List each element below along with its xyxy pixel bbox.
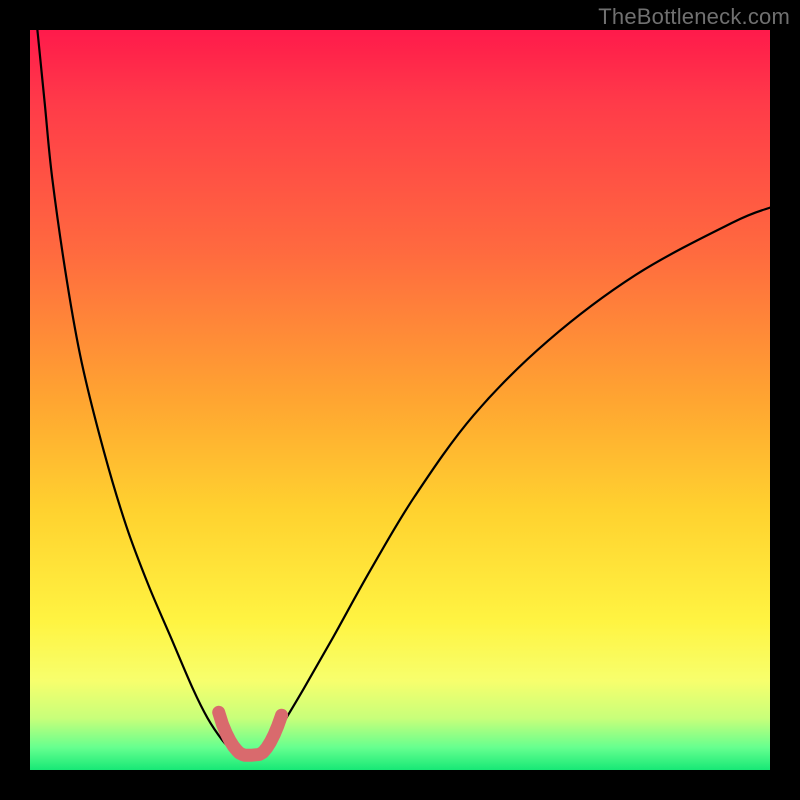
chart-frame: TheBottleneck.com [0, 0, 800, 800]
watermark-text: TheBottleneck.com [598, 4, 790, 30]
curve-layer [30, 30, 770, 770]
valley-highlight [219, 712, 282, 755]
curve-right [252, 208, 770, 756]
plot-area [30, 30, 770, 770]
curve-left [37, 30, 244, 756]
